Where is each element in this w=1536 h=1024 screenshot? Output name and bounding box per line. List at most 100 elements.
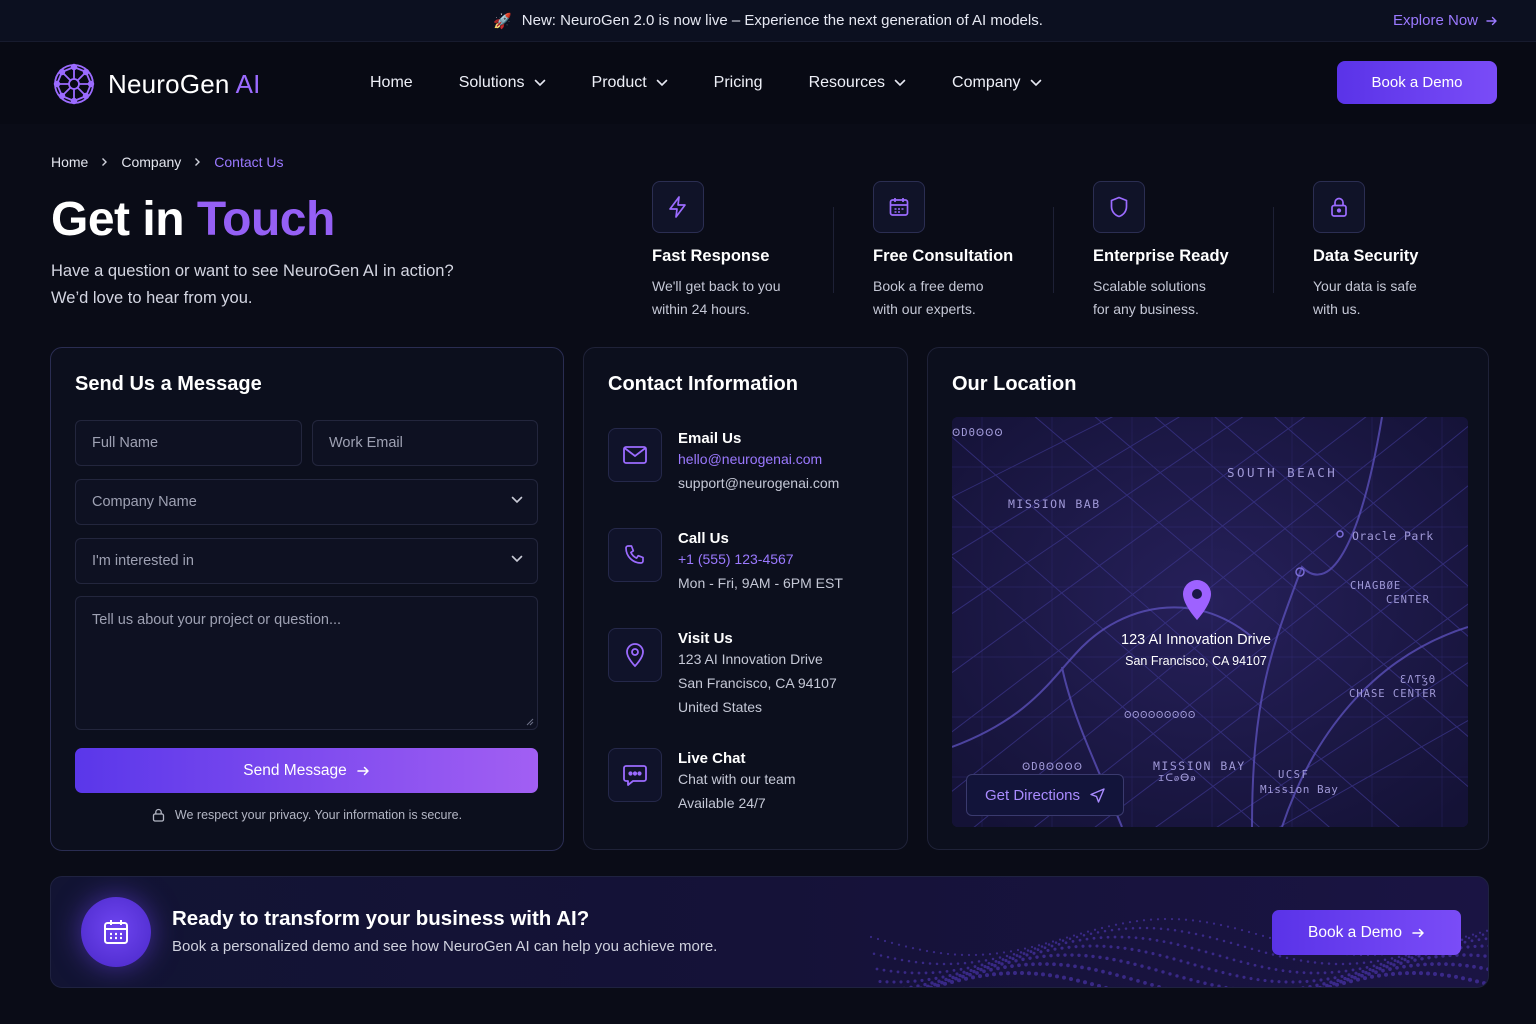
explore-now-link[interactable]: Explore Now [1393, 12, 1498, 29]
wave-dot [1046, 948, 1050, 952]
company-name-select[interactable]: Company Name [75, 479, 538, 525]
wave-dot [986, 965, 990, 970]
feature-line: with our experts. [873, 301, 976, 317]
phone-number-link[interactable]: +1 (555) 123-4567 [678, 548, 843, 571]
support-email[interactable]: support@neurogenai.com [678, 472, 839, 495]
map-label: UCSF [1278, 769, 1310, 781]
wave-dot [1173, 929, 1177, 932]
rocket-icon: 🚀 [493, 12, 512, 30]
nav-item-home[interactable]: Home [370, 74, 413, 92]
message-textarea[interactable]: Tell us about your project or question..… [75, 596, 538, 730]
send-message-button[interactable]: Send Message [75, 748, 538, 793]
nav-item-product[interactable]: Product [592, 74, 668, 92]
lock-icon [1313, 181, 1365, 233]
work-email-field[interactable]: Work Email [312, 420, 538, 466]
wave-dot [1044, 942, 1048, 945]
map-label: Oracle Park [1352, 529, 1434, 543]
lightning-icon [652, 181, 704, 233]
wave-dot [984, 959, 988, 962]
wave-dot [1039, 950, 1043, 954]
wave-dot [1281, 969, 1285, 973]
wave-dot [1078, 938, 1082, 942]
wave-dot [1447, 973, 1451, 978]
announcement-text: New: NeuroGen 2.0 is now live – Experien… [521, 12, 1043, 29]
wave-dot [1246, 962, 1250, 965]
contact-form-card: Send Us a Message Full Name Work Email C… [50, 347, 564, 851]
wave-dot [1410, 956, 1414, 960]
wave-dot [1005, 954, 1009, 958]
page-title-accent: Touch [196, 193, 335, 246]
wave-dot [1330, 971, 1334, 974]
wave-dot [1073, 964, 1077, 969]
book-demo-button[interactable]: Book a Demo [1337, 61, 1497, 104]
brand-logo[interactable]: NeuroGen AI [52, 62, 261, 106]
map-label: ꙨDΘꙨꙨꙨꙨ [1022, 761, 1083, 773]
cta-book-demo-button[interactable]: Book a Demo [1272, 910, 1461, 955]
wave-dot [1134, 936, 1138, 940]
wave-dot [1053, 947, 1057, 951]
wave-dot [978, 974, 982, 979]
wave-dot [957, 978, 961, 983]
breadcrumb-company[interactable]: Company [121, 154, 181, 170]
interest-select[interactable]: I'm interested in [75, 538, 538, 584]
breadcrumb-home[interactable]: Home [51, 154, 88, 170]
chevron-down-icon [656, 79, 668, 87]
wave-dot [1116, 945, 1120, 949]
wave-dot [1182, 976, 1186, 980]
wave-dot [1419, 971, 1423, 976]
chevron-right-icon [101, 157, 108, 167]
wave-dot [1361, 969, 1365, 973]
contact-email-title: Email Us [678, 430, 742, 447]
wave-dot [1085, 937, 1089, 941]
page-title: Get in Touch [51, 192, 335, 247]
wave-dot [1026, 949, 1030, 952]
wave-dot [1388, 967, 1392, 971]
wave-dot [909, 985, 913, 987]
wave-dot [1210, 983, 1214, 987]
nav-item-solutions[interactable]: Solutions [459, 74, 546, 92]
wave-dot [1006, 971, 1010, 976]
wave-dot [968, 972, 972, 977]
feature-divider [1273, 207, 1274, 293]
feature-line: within 24 hours. [652, 301, 751, 317]
primary-email-link[interactable]: hello@neurogenai.com [678, 448, 839, 471]
wave-dot [964, 976, 968, 981]
wave-dot [996, 966, 1000, 971]
get-directions-button[interactable]: Get Directions [966, 774, 1124, 816]
wave-dot [1108, 971, 1112, 976]
wave-dot [1278, 954, 1282, 958]
wave-dot [1037, 944, 1041, 947]
chat-bubble-icon [608, 748, 662, 802]
wave-dot [936, 983, 940, 987]
wave-dot [1124, 927, 1128, 930]
wave-dot [1480, 944, 1484, 948]
wave-dot [1084, 954, 1088, 958]
wave-dot [1485, 929, 1488, 932]
location-card: Our Location SOUTH BEACH MISSION BAB Ora… [927, 347, 1489, 850]
wave-dot [956, 962, 960, 965]
wave-dot [1147, 966, 1151, 970]
wave-dot [1104, 985, 1108, 987]
chevron-down-icon [511, 496, 523, 504]
wave-dot [1012, 952, 1016, 956]
wave-dot [1128, 921, 1132, 924]
wave-dot [1120, 935, 1124, 939]
wave-dot [1376, 959, 1380, 963]
location-map[interactable]: SOUTH BEACH MISSION BAB Oracle Park CHAG… [952, 417, 1468, 827]
feature-description: We'll get back to you within 24 hours. [652, 275, 812, 321]
wave-dot [1363, 976, 1367, 981]
feature-data-security: Data Security Your data is safe with us. [1313, 181, 1513, 321]
nav-item-resources[interactable]: Resources [809, 74, 906, 92]
wave-dot [1049, 953, 1053, 958]
full-name-field[interactable]: Full Name [75, 420, 302, 466]
nav-item-company[interactable]: Company [952, 74, 1041, 92]
wave-dot [926, 984, 930, 987]
wave-dot [932, 951, 936, 954]
wave-dot [1014, 959, 1018, 963]
wave-dot [1145, 926, 1149, 930]
nav-item-pricing[interactable]: Pricing [714, 74, 763, 92]
wave-dot [1473, 944, 1477, 948]
wave-dot [1365, 965, 1369, 969]
wave-dot [1057, 942, 1061, 946]
resize-handle-icon[interactable] [526, 718, 534, 726]
